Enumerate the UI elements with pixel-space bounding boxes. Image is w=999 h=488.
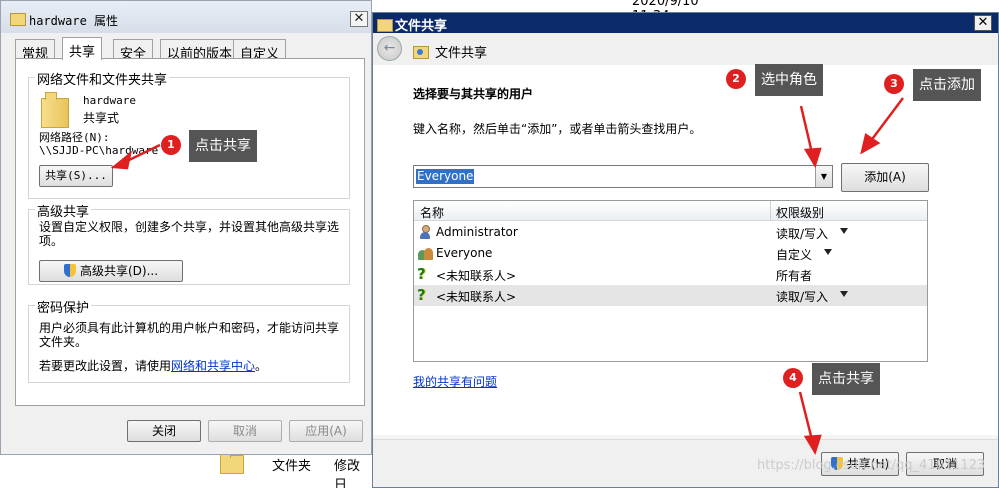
wizard-heading: 选择要与其共享的用户 — [413, 87, 534, 101]
callout-step-1: 点击共享 — [189, 130, 257, 162]
permission-dropdown-icon[interactable] — [840, 228, 848, 234]
advanced-sharing-button-label: 高级共享(D)... — [79, 264, 159, 278]
folder-name: hardware — [83, 94, 136, 107]
advanced-sharing-desc: 设置自定义权限，创建多个共享，并设置其他高级共享选项。 — [39, 220, 340, 248]
share-folder-icon — [413, 43, 429, 59]
user-permission[interactable]: 读取/写入 — [776, 225, 828, 242]
user-row[interactable]: ? <未知联系人> 读取/写入 — [414, 285, 927, 306]
user-row[interactable]: Administrator 读取/写入 — [414, 222, 927, 243]
password-change-hint: 若要更改此设置，请使用网络和共享中心。 — [39, 357, 345, 374]
share-button[interactable]: 共享(S)... — [39, 165, 113, 187]
wizard-title: 文件共享 — [435, 46, 488, 61]
column-permission[interactable]: 权限级别 — [776, 204, 824, 221]
password-protection-desc: 用户必须具有此计算机的用户帐户和密码，才能访问共享文件夹。 — [39, 321, 340, 349]
user-name: <未知联系人> — [436, 269, 517, 283]
step-badge-3: 3 — [884, 74, 904, 94]
password-protection-title: 密码保护 — [35, 297, 92, 316]
shield-icon — [63, 264, 76, 277]
user-name: Administrator — [436, 225, 518, 239]
callout-step-3: 点击添加 — [913, 69, 981, 101]
properties-titlebar: hardware 属性 ✕ — [1, 1, 371, 33]
user-permission[interactable]: 自定义 — [776, 246, 812, 263]
step-badge-1: 1 — [161, 135, 181, 155]
close-icon[interactable]: ✕ — [974, 15, 992, 31]
properties-dialog: hardware 属性 ✕ 常规 共享 安全 以前的版本 自定义 网络文件和文件… — [0, 0, 372, 455]
advanced-sharing-button[interactable]: 高级共享(D)... — [39, 260, 183, 282]
user-input[interactable] — [415, 167, 815, 186]
group-icon — [417, 246, 433, 261]
list-header: 名称 权限级别 — [414, 201, 927, 221]
folder-icon — [377, 16, 393, 32]
unknown-contact-icon: ? — [417, 265, 426, 283]
user-permission-list: 名称 权限级别 Administrator 读取/写入 Everyone 自定义… — [413, 200, 928, 362]
apply-button[interactable]: 应用(A) — [289, 420, 363, 442]
password-change-suffix: 。 — [255, 359, 268, 373]
callout-step-2: 选中角色 — [755, 64, 823, 96]
wizard-body: 选择要与其共享的用户 键入名称，然后单击“添加”，或者单击箭头查找用户。 Eve… — [373, 65, 998, 435]
tab-previous-versions[interactable]: 以前的版本 — [160, 39, 240, 62]
add-button[interactable]: 添加(A) — [841, 163, 929, 192]
network-sharing-center-link[interactable]: 网络和共享中心 — [171, 359, 255, 373]
watermark: https://blog.csdn.net/qq_41011123 — [757, 458, 986, 473]
user-row[interactable]: Everyone 自定义 — [414, 243, 927, 264]
dropdown-arrow-icon[interactable]: ▼ — [815, 166, 832, 187]
tab-general[interactable]: 常规 — [15, 39, 56, 62]
user-name: <未知联系人> — [436, 290, 517, 304]
user-input-selection: Everyone — [416, 169, 475, 184]
user-row[interactable]: ? <未知联系人> 所有者 — [414, 264, 927, 285]
folder-icon — [10, 10, 26, 26]
folder-share-status: 共享式 — [83, 111, 120, 125]
sharing-help-link[interactable]: 我的共享有问题 — [413, 373, 497, 390]
tab-security[interactable]: 安全 — [113, 39, 154, 62]
callout-step-4: 点击共享 — [812, 363, 880, 395]
network-path-label: 网络路径(N): — [39, 131, 110, 144]
tab-customize[interactable]: 自定义 — [233, 39, 287, 62]
user-combobox[interactable]: Everyone ▼ — [413, 165, 833, 188]
tab-sharing[interactable]: 共享 — [62, 37, 103, 60]
sharing-tab-panel: 网络文件和文件夹共享 hardware 共享式 网络路径(N): \\SJJD-… — [15, 58, 365, 406]
cancel-button[interactable]: 取消 — [208, 420, 282, 442]
wizard-instruction: 键入名称，然后单击“添加”，或者单击箭头查找用户。 — [413, 122, 702, 136]
column-divider[interactable] — [770, 201, 771, 221]
step-badge-2: 2 — [726, 69, 746, 89]
password-change-prefix: 若要更改此设置，请使用 — [39, 359, 172, 373]
permission-dropdown-icon[interactable] — [824, 249, 832, 255]
close-icon[interactable]: ✕ — [350, 11, 368, 27]
permission-dropdown-icon[interactable] — [840, 291, 848, 297]
advanced-sharing-title: 高级共享 — [35, 201, 92, 220]
advanced-sharing-group: 高级共享 设置自定义权限，创建多个共享，并设置其他高级共享选项。 高级共享(D)… — [28, 201, 350, 285]
properties-title: hardware 属性 — [29, 14, 119, 28]
unknown-contact-icon: ? — [417, 286, 426, 304]
folder-icon — [220, 452, 244, 474]
user-permission: 所有者 — [776, 269, 813, 283]
folder-icon — [41, 92, 69, 128]
file-sharing-titlebar: 文件共享 ✕ — [373, 13, 998, 34]
user-permission[interactable]: 读取/写入 — [776, 288, 828, 305]
password-protection-group: 密码保护 用户必须具有此计算机的用户帐户和密码，才能访问共享文件夹。 若要更改此… — [28, 297, 350, 383]
user-name: Everyone — [436, 246, 493, 260]
wizard-header: ← 文件共享 — [373, 33, 998, 65]
back-arrow-icon[interactable]: ← — [377, 36, 402, 61]
file-sharing-title: 文件共享 — [395, 19, 448, 34]
explorer-bottom-type: 文件夹 — [272, 459, 312, 474]
network-sharing-title: 网络文件和文件夹共享 — [35, 69, 170, 88]
explorer-bottom-col: 修改日 — [334, 459, 361, 488]
column-name[interactable]: 名称 — [420, 204, 444, 221]
user-icon — [418, 225, 432, 240]
step-badge-4: 4 — [783, 368, 803, 388]
close-button[interactable]: 关闭 — [127, 420, 201, 442]
file-sharing-dialog: 文件共享 ✕ ← 文件共享 选择要与其共享的用户 键入名称，然后单击“添加”，或… — [372, 12, 999, 488]
